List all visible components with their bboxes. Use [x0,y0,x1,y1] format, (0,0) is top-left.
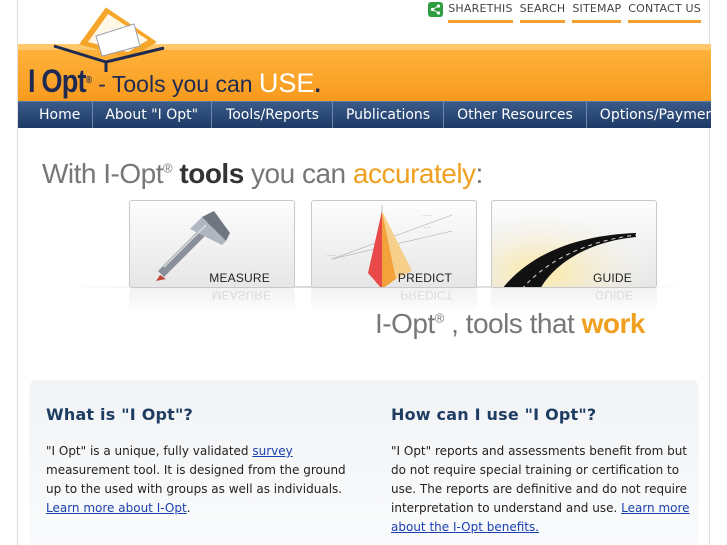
how-use-section: How can I use "I Opt"? "I Opt" reports a… [391,405,691,537]
how-use-heading: How can I use "I Opt"? [391,405,597,424]
svg-text:······: ······ [326,253,336,259]
share-icon[interactable] [428,2,444,17]
sitemap-link[interactable]: SITEMAP [572,2,622,23]
logo[interactable]: I Opt® - Tools you can USE. [28,64,321,98]
hero-subtitle: I-Opt® , tools that work [375,308,645,339]
contact-us-link[interactable]: CONTACT US [628,2,701,23]
page-container: SHARETHIS SEARCH SITEMAP CONTACT US I Op… [17,0,720,545]
nav-publications[interactable]: Publications [333,102,445,128]
how-use-text: "I Opt" reports and assessments benefit … [391,444,690,534]
measure-reflection: MEASURE [129,288,295,314]
predict-label: PREDICT [397,271,452,285]
what-is-heading: What is "I Opt"? [46,405,194,424]
info-panel: What is "I Opt"? "I Opt" is a unique, fu… [29,380,699,545]
what-is-text: "I Opt" is a unique, fully validated sur… [46,444,346,515]
hero-title: With I-Opt® tools you can accurately: [42,158,483,189]
guide-label: GUIDE [592,271,632,285]
guide-card[interactable]: GUIDE [491,200,657,288]
road-icon [492,201,656,287]
nav-options-payment[interactable]: Options/Payment [587,102,727,128]
top-links: SHARETHIS SEARCH SITEMAP CONTACT US [428,2,701,23]
nav-other-resources[interactable]: Other Resources [444,102,587,128]
main-nav: Home About "I Opt" Tools/Reports Publica… [18,101,720,128]
nav-tools-reports[interactable]: Tools/Reports [212,102,333,128]
svg-text:······: ······ [422,213,432,219]
tagline: - Tools you can USE. [98,68,321,98]
logo-text: I Opt® [28,63,92,99]
prediction-chart-icon: ······ ······ ······ [326,205,453,287]
learn-more-iopt-link[interactable]: Learn more about I-Opt [46,501,187,515]
nav-about[interactable]: About "I Opt" [93,102,213,128]
what-is-section: What is "I Opt"? "I Opt" is a unique, fu… [46,405,346,518]
sharethis-group[interactable]: SHARETHIS [428,2,513,23]
measure-card[interactable]: MEASURE [129,200,295,288]
measure-label: MEASURE [209,271,270,285]
predict-card[interactable]: ······ ······ ······ PREDICT [311,200,477,288]
survey-link[interactable]: survey [252,444,292,458]
sharethis-link[interactable]: SHARETHIS [448,2,513,23]
nav-home[interactable]: Home [18,102,94,128]
svg-text:······: ······ [422,225,432,231]
search-link[interactable]: SEARCH [519,2,566,23]
